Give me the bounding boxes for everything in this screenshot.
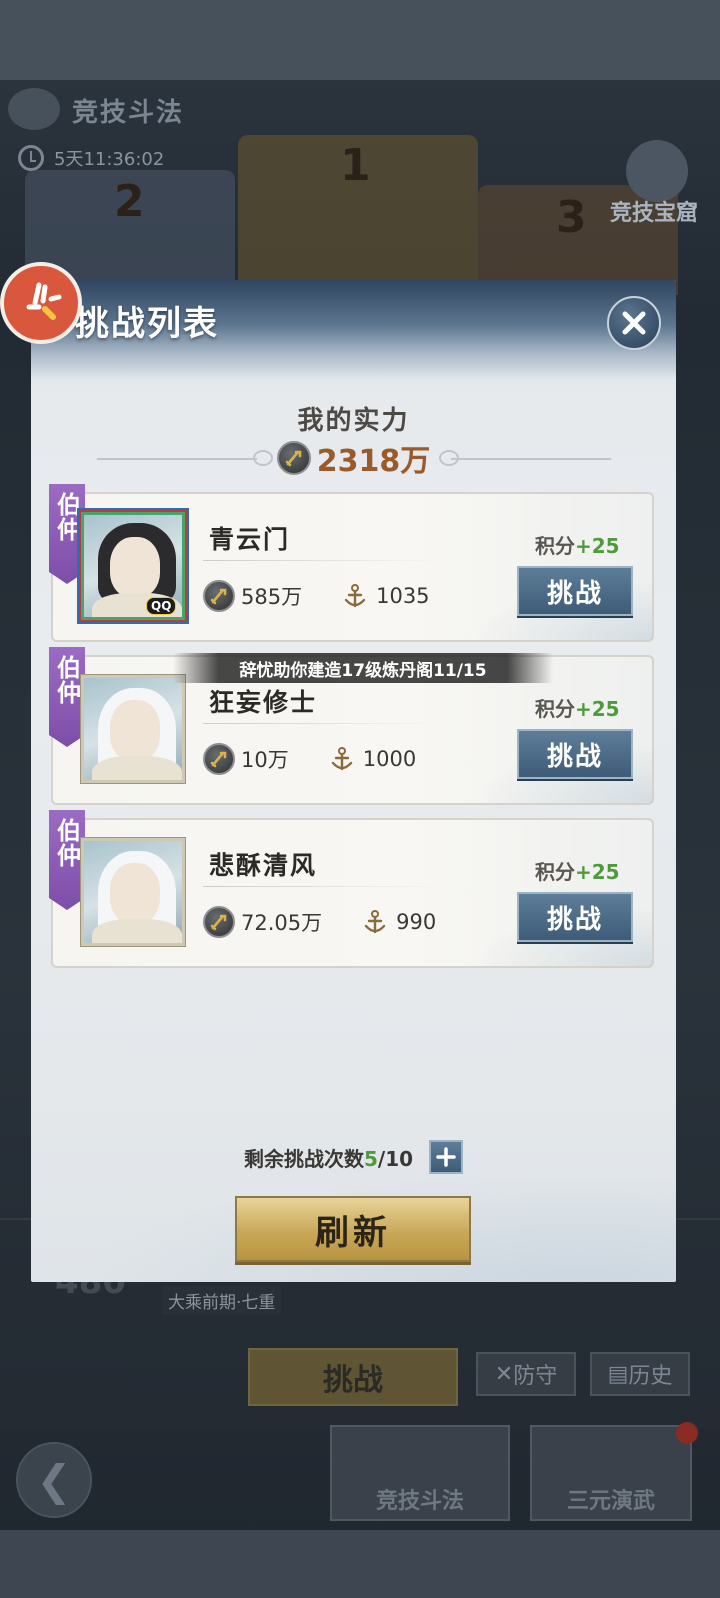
anchor-icon (360, 907, 390, 937)
my-power-label: 我的实力 (297, 406, 410, 436)
score-label: 积分 (535, 860, 575, 884)
name-divider (203, 723, 443, 724)
anchor-icon (327, 744, 357, 774)
remaining-text: 剩余挑战次数5/10 (244, 1143, 413, 1172)
rank-number-3: 3 (556, 192, 587, 243)
arena-title: 竞技斗法 (72, 98, 185, 128)
opponent-name: 青云门 (209, 525, 291, 554)
sword-icon (203, 743, 235, 775)
defend-button[interactable]: ✕ 防守 (476, 1352, 576, 1396)
notification-banner: 辞忧助你建造17级炼丹阁11/15 (173, 653, 553, 683)
qq-badge: QQ (146, 597, 177, 615)
sword-icon (203, 906, 235, 938)
status-bar (0, 0, 720, 80)
opponent-stats: 585万 1035 (203, 580, 430, 612)
treasure-icon[interactable] (626, 140, 688, 202)
notification-dot (676, 1422, 698, 1444)
player-realm: 大乘前期·七重 (162, 1286, 282, 1315)
moon-icon (8, 88, 60, 130)
honor-value: 1000 (362, 747, 417, 771)
timer-text: 5天11:36:02 (54, 149, 165, 170)
avatar-robe (92, 756, 182, 780)
power-value: 10万 (241, 748, 289, 772)
rank-number-1: 1 (340, 140, 371, 191)
score-value: +25 (575, 860, 620, 884)
avatar-face (110, 700, 160, 760)
rank-tag-text: 伯仲 (52, 655, 81, 705)
opponent-stats: 10万 1000 (203, 743, 416, 775)
remaining-attempts: 剩余挑战次数5/10 (31, 1140, 676, 1174)
sword-icon (276, 441, 311, 475)
challenge-list-modal: 挑战列表 我的实力 2318万 伯仲 QQ 青云门 积分+25 585万 103… (31, 280, 676, 1282)
anchor-icon (340, 581, 370, 611)
challenge-button[interactable]: 挑战 (517, 892, 633, 942)
name-divider (203, 560, 443, 561)
rank-number-2: 2 (114, 176, 145, 227)
clock-icon (18, 145, 44, 171)
add-attempts-button[interactable] (429, 1140, 464, 1174)
close-button[interactable] (607, 296, 661, 350)
rank-tag: 伯仲 (49, 810, 85, 910)
honor-value: 990 (396, 910, 437, 934)
my-power-value: 2318万 (316, 444, 431, 479)
avatar[interactable] (81, 838, 185, 946)
opponent-name: 悲酥清风 (209, 851, 318, 880)
tab-sanyuan[interactable]: 三元演武 (530, 1425, 692, 1521)
history-button[interactable]: ▤ 历史 (590, 1352, 690, 1396)
score-gain: 积分+25 (535, 530, 620, 559)
power-value: 72.05万 (241, 911, 323, 935)
score-gain: 积分+25 (535, 693, 620, 722)
tab-arena[interactable]: 竞技斗法 (330, 1425, 510, 1521)
modal-title: 挑战列表 (75, 304, 219, 344)
score-label: 积分 (535, 534, 575, 558)
opponent-stats: 72.05万 990 (203, 906, 436, 938)
avatar-robe (92, 919, 182, 943)
avatar-face (110, 537, 160, 597)
rank-tag: 伯仲 (49, 484, 85, 584)
avatar[interactable] (81, 675, 185, 783)
remaining-total: /10 (377, 1146, 414, 1171)
sword-icon (203, 580, 235, 612)
power-value: 585万 (241, 585, 303, 609)
rank-tag-text: 伯仲 (52, 818, 81, 868)
avatar-face (110, 863, 160, 923)
rank-tag: 伯仲 (49, 647, 85, 747)
honor-value: 1035 (376, 584, 430, 608)
opponent-name: 狂妄修士 (209, 688, 318, 717)
opponent-card[interactable]: 伯仲 悲酥清风 积分+25 72.05万 990 挑战 (49, 810, 654, 968)
defend-label: 防守 (513, 1364, 558, 1389)
back-icon[interactable]: ❮ (16, 1442, 92, 1518)
my-power: 2318万 (31, 438, 676, 479)
score-value: +25 (575, 697, 620, 721)
score-value: +25 (575, 534, 620, 558)
name-divider (203, 886, 443, 887)
challenge-button[interactable]: 挑战 (517, 566, 633, 616)
plus-icon (436, 1147, 456, 1167)
app-badge-icon[interactable] (0, 262, 82, 344)
treasure-label[interactable]: 竞技宝窟 (610, 195, 698, 227)
opponent-card[interactable]: 伯仲 狂妄修士 积分+25 10万 1000 挑战 辞忧助你建造17级炼丹阁11… (49, 647, 654, 805)
rank-tag-text: 伯仲 (52, 492, 81, 542)
background-challenge-button[interactable]: 挑战 (248, 1348, 458, 1406)
history-label: 历史 (628, 1364, 673, 1389)
opponent-card[interactable]: 伯仲 QQ 青云门 积分+25 585万 1035 挑战 (49, 484, 654, 642)
challenge-button[interactable]: 挑战 (517, 729, 633, 779)
season-timer: 5天11:36:02 (18, 145, 164, 171)
refresh-button[interactable]: 刷新 (235, 1196, 471, 1262)
remaining-used: 5 (363, 1146, 378, 1171)
close-icon (622, 311, 646, 335)
remaining-label: 剩余挑战次数 (243, 1146, 364, 1171)
navigation-bar (0, 1530, 720, 1598)
score-gain: 积分+25 (535, 856, 620, 885)
score-label: 积分 (535, 697, 575, 721)
avatar[interactable]: QQ (81, 512, 185, 620)
